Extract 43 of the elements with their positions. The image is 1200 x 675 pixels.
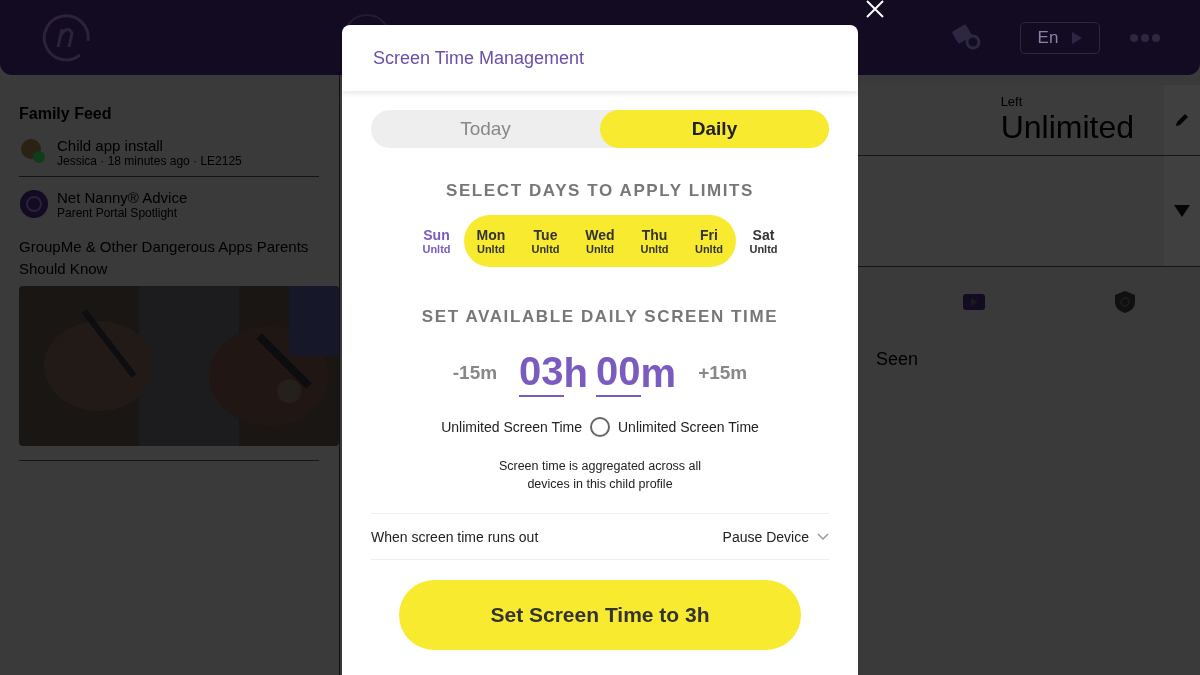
action-dropdown[interactable]: Pause Device	[722, 528, 829, 545]
setting-label: When screen time runs out	[371, 528, 539, 545]
feed-item-meta: Jessica · 18 minutes ago · LE2125	[57, 154, 242, 168]
minutes-field[interactable]: 00	[596, 349, 641, 397]
section-heading: SET AVAILABLE DAILY SCREEN TIME	[421, 307, 779, 327]
feed-item-meta: Parent Portal Spotlight	[57, 206, 179, 220]
day-toggle[interactable]: Sat Unltd	[736, 215, 791, 267]
day-toggle[interactable]: Sun Unltd	[409, 215, 464, 267]
decrease-button[interactable]: -15m	[452, 362, 498, 384]
column-label: Seen	[876, 349, 920, 370]
day-toggle[interactable]: Thu Unltd	[627, 215, 682, 267]
minutes-unit: m	[640, 350, 677, 396]
radio-label: Unlimited Screen Time	[441, 419, 582, 435]
chevron-down-icon	[817, 532, 829, 541]
section-heading: SELECT DAYS TO APPLY LIMITS	[446, 181, 754, 201]
increase-button[interactable]: +15m	[698, 362, 748, 384]
summary-label: Left	[1000, 94, 1024, 109]
submit-button[interactable]: Set Screen Time to 3h	[399, 580, 801, 650]
shield-icon[interactable]	[1113, 290, 1136, 314]
video-play-icon[interactable]	[962, 294, 985, 310]
summary-value: Unlimited	[1000, 109, 1134, 146]
modal-title: Screen Time Management	[373, 47, 585, 69]
day-toggle[interactable]: Mon Unltd	[463, 215, 519, 267]
feed-title: Family Feed	[19, 105, 113, 123]
day-toggle[interactable]: Fri Unltd	[681, 215, 737, 267]
hours-unit: h	[563, 350, 589, 396]
radio-label: Unlimited Screen Time	[618, 419, 759, 435]
hours-field[interactable]: 03	[519, 349, 564, 397]
tab[interactable]: Today	[371, 110, 600, 148]
info-text: Screen time is aggregated across all devices in this child profile	[497, 458, 703, 493]
radio-button[interactable]	[590, 417, 610, 437]
language-button[interactable]: En	[1020, 21, 1100, 54]
tab[interactable]: Daily	[600, 110, 829, 148]
day-toggle[interactable]: Wed Unltd	[572, 215, 628, 267]
triangle-icon	[1174, 205, 1190, 217]
advice-avatar-icon	[19, 189, 49, 219]
play-icon	[1072, 31, 1083, 44]
expand-button[interactable]	[1164, 156, 1200, 266]
close-button[interactable]	[864, 0, 886, 18]
edit-button[interactable]	[1164, 85, 1200, 155]
pencil-icon	[1175, 113, 1189, 127]
more-icon[interactable]	[1130, 33, 1160, 42]
day-toggle[interactable]: Tue Unltd	[518, 215, 573, 267]
